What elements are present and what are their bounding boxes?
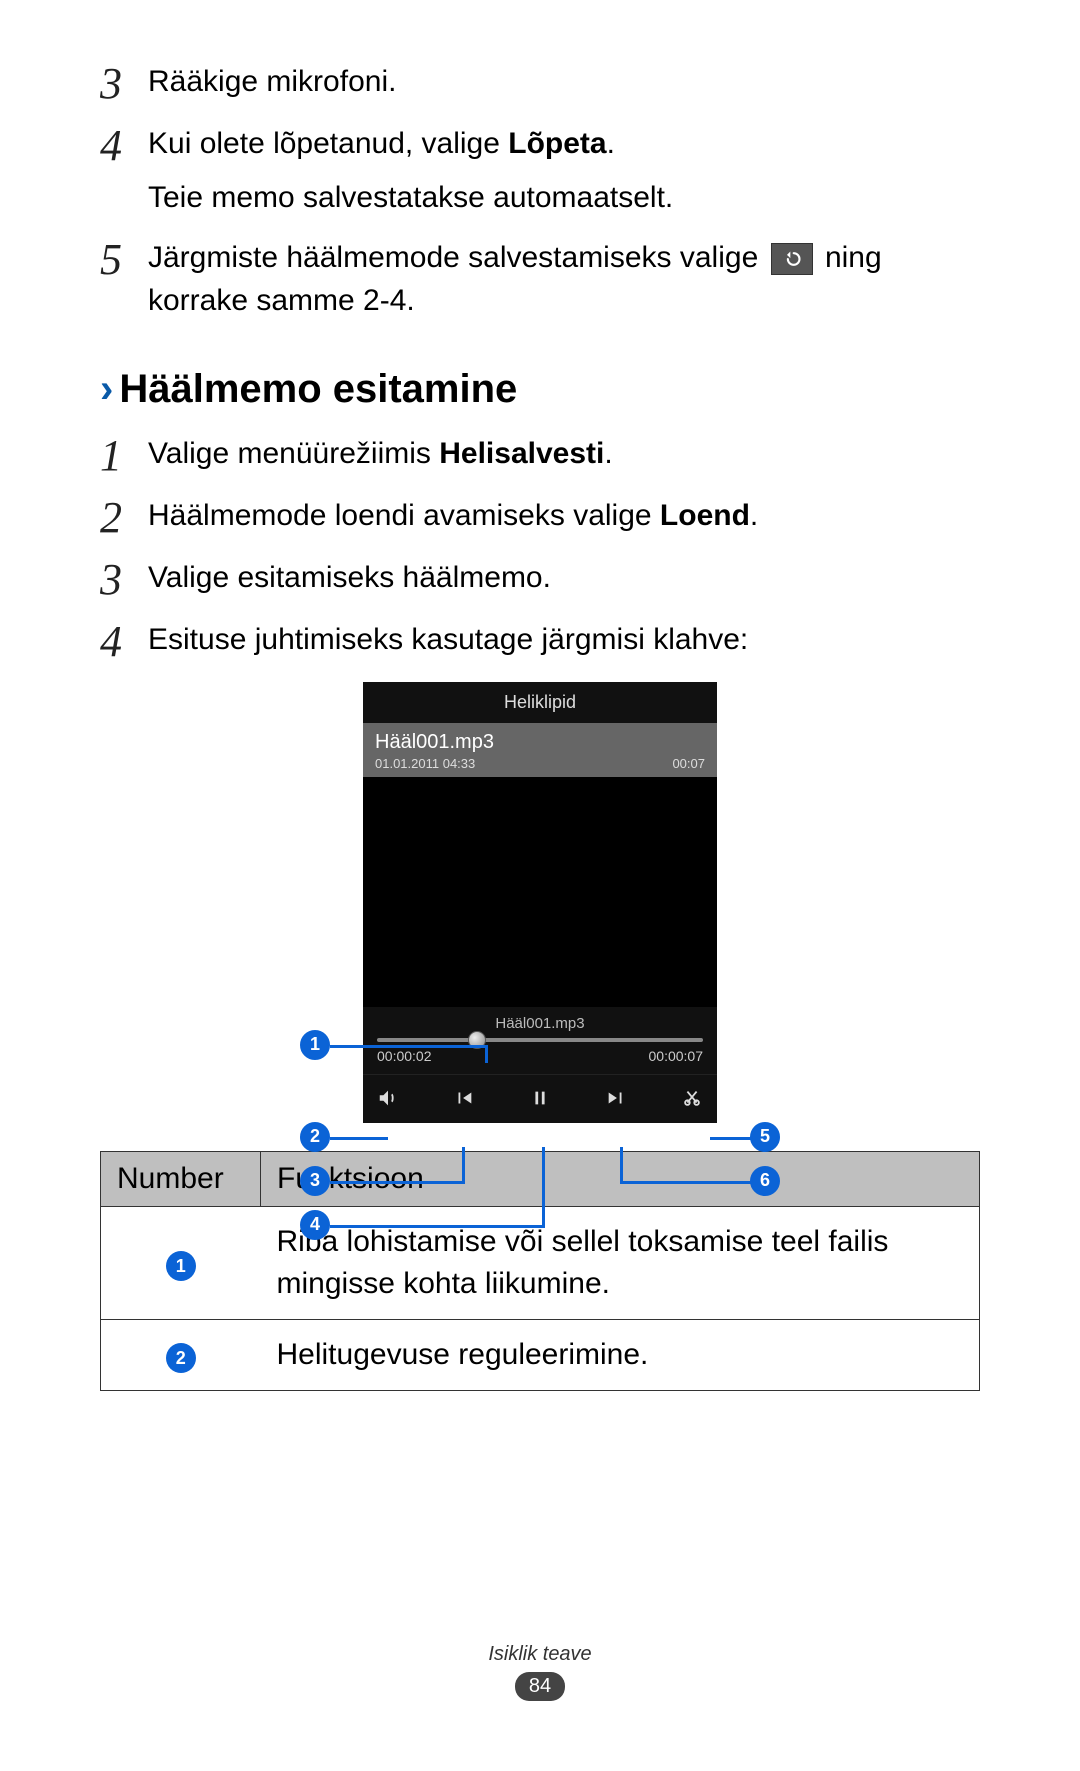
step-text: Valige menüürežiimis Helisalvesti. [148,432,613,476]
time-total: 00:00:07 [649,1048,704,1064]
table-cell-number: 2 [101,1319,261,1390]
callout-5: 5 [750,1122,780,1152]
phone-file-row: Hääl001.mp3 01.01.2011 04:33 00:07 [363,723,717,777]
page-content: 3 Rääkige mikrofoni. 4 Kui olete lõpetan… [100,60,980,1391]
text: Järgmiste häälmemode salvestamiseks vali… [148,241,767,274]
previous-icon[interactable] [453,1087,475,1109]
callout-2: 2 [300,1122,330,1152]
step-text: Rääkige mikrofoni. [148,60,396,104]
step-text: Häälmemode loendi avamiseks valige Loend… [148,494,758,538]
progress-slider[interactable] [363,1032,717,1042]
phone-duration: 00:07 [672,756,705,771]
phone-date: 01.01.2011 04:33 [375,756,475,771]
section-heading: › Häälmemo esitamine [100,367,980,412]
phone-figure: Heliklipid Hääl001.mp3 01.01.2011 04:33 … [100,682,980,1123]
page-number: 84 [515,1672,565,1701]
step-number: 4 [100,618,148,664]
bold-text: Loend [660,499,750,532]
phone-controls [363,1074,717,1123]
pause-icon[interactable] [529,1087,551,1109]
step-4-sub: Teie memo salvestatakse automaatselt. [148,176,980,220]
step-text: Järgmiste häälmemode salvestamiseks vali… [148,236,980,323]
table-cell-function: Riba lohistamise või sellel toksamise te… [261,1206,980,1319]
table-header-number: Number [101,1151,261,1206]
step-b1: 1 Valige menüürežiimis Helisalvesti. [100,432,980,478]
callout-line [330,1137,388,1140]
function-table: Number Funktsioon 1 Riba lohistamise või… [100,1151,980,1391]
page-footer: Isiklik teave 84 [0,1643,1080,1701]
table-row: 1 Riba lohistamise või sellel toksamise … [101,1206,980,1319]
text: . [607,127,615,160]
slider-track [377,1038,703,1042]
bold-text: Helisalvesti [439,437,604,470]
table-cell-function: Helitugevuse reguleerimine. [261,1319,980,1390]
callout-line [710,1137,752,1140]
phone-meta: 01.01.2011 04:33 00:07 [375,756,705,771]
step-b2: 2 Häälmemode loendi avamiseks valige Loe… [100,494,980,540]
table-header-row: Number Funktsioon [101,1151,980,1206]
number-badge: 1 [166,1251,196,1281]
step-4: 4 Kui olete lõpetanud, valige Lõpeta. [100,122,980,168]
step-number: 2 [100,494,148,540]
table-row: 2 Helitugevuse reguleerimine. [101,1319,980,1390]
bold-text: Lõpeta [508,127,606,160]
step-number: 3 [100,556,148,602]
text: . [604,437,612,470]
phone-nowplaying: Hääl001.mp3 [363,1007,717,1032]
text: Häälmemode loendi avamiseks valige [148,499,660,532]
step-number: 5 [100,236,148,282]
table-cell-number: 1 [101,1206,261,1319]
trim-icon[interactable] [681,1087,703,1109]
step-text: Valige esitamiseks häälmemo. [148,556,551,600]
chevron-icon: › [100,367,113,412]
callout-1: 1 [300,1030,330,1060]
step-text: Esituse juhtimiseks kasutage järgmisi kl… [148,618,748,662]
text: Valige menüürežiimis [148,437,439,470]
number-badge: 2 [166,1343,196,1373]
footer-section-label: Isiklik teave [0,1643,1080,1666]
step-3: 3 Rääkige mikrofoni. [100,60,980,106]
table-header-function: Funktsioon [261,1151,980,1206]
phone-times: 00:00:02 00:00:07 [363,1042,717,1074]
phone-filename: Hääl001.mp3 [375,731,705,754]
step-number: 4 [100,122,148,168]
text: Kui olete lõpetanud, valige [148,127,508,160]
volume-icon[interactable] [377,1087,399,1109]
section-title: Häälmemo esitamine [119,367,517,412]
step-text: Kui olete lõpetanud, valige Lõpeta. [148,122,615,166]
phone-header: Heliklipid [363,682,717,723]
step-b4: 4 Esituse juhtimiseks kasutage järgmisi … [100,618,980,664]
step-5: 5 Järgmiste häälmemode salvestamiseks va… [100,236,980,323]
step-number: 3 [100,60,148,106]
text: . [750,499,758,532]
step-number: 1 [100,432,148,478]
phone-screen: Heliklipid Hääl001.mp3 01.01.2011 04:33 … [363,682,717,1123]
phone-blank-area [363,777,717,1007]
back-icon [771,243,813,275]
time-elapsed: 00:00:02 [377,1048,432,1064]
step-b3: 3 Valige esitamiseks häälmemo. [100,556,980,602]
slider-knob[interactable] [468,1031,486,1049]
next-icon[interactable] [605,1087,627,1109]
